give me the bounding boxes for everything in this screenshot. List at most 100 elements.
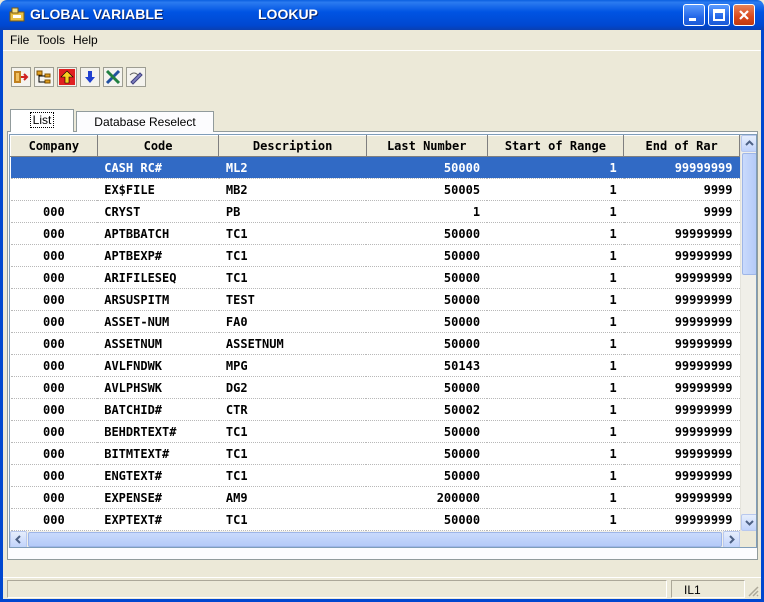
table-row[interactable]: 000 ARIFILESEQ TC1 50000 1 99999999 bbox=[10, 266, 740, 289]
menu-file[interactable]: File bbox=[10, 33, 29, 47]
minimize-button[interactable] bbox=[683, 4, 705, 26]
header-company[interactable]: Company bbox=[10, 135, 98, 157]
menu-tools[interactable]: Tools bbox=[37, 33, 65, 47]
tools-button[interactable] bbox=[103, 67, 123, 87]
table-row[interactable]: 000 APTBBATCH TC1 50000 1 99999999 bbox=[10, 222, 740, 245]
cell-end-of-range: 99999999 bbox=[623, 376, 740, 399]
horizontal-scrollbar[interactable] bbox=[10, 531, 740, 547]
status-panel-main bbox=[7, 580, 667, 598]
cell-description: FA0 bbox=[218, 310, 367, 333]
table-row[interactable]: 000 EXPTEXT# TC1 50000 1 99999999 bbox=[10, 508, 740, 531]
close-icon bbox=[739, 10, 749, 20]
cell-company: 000 bbox=[10, 310, 98, 333]
table-row[interactable]: 000 APTBEXP# TC1 50000 1 99999999 bbox=[10, 244, 740, 267]
table-row[interactable]: 000 BEHDRTEXT# TC1 50000 1 99999999 bbox=[10, 420, 740, 443]
table-row[interactable]: 000 ASSET-NUM FA0 50000 1 99999999 bbox=[10, 310, 740, 333]
table-row[interactable]: 000 CRYST PB 1 1 9999 bbox=[10, 200, 740, 223]
cell-description: PB bbox=[218, 200, 367, 223]
table-row[interactable]: 000 BATCHID# CTR 50002 1 99999999 bbox=[10, 398, 740, 421]
cell-description: TEST bbox=[218, 288, 367, 311]
cell-start-of-range: 1 bbox=[487, 508, 624, 531]
chevron-down-icon bbox=[745, 520, 754, 526]
vertical-scroll-thumb[interactable] bbox=[742, 153, 756, 275]
status-bar: IL1 bbox=[3, 577, 761, 599]
cell-company: 000 bbox=[10, 420, 98, 443]
vertical-scrollbar[interactable] bbox=[740, 135, 756, 531]
cell-start-of-range: 1 bbox=[487, 332, 624, 355]
table-row[interactable]: 000 EXPENSE# AM9 200000 1 99999999 bbox=[10, 486, 740, 509]
tab-list[interactable]: List bbox=[10, 109, 74, 132]
lookup-grid[interactable]: Company Code Description Last Number Start o… bbox=[9, 134, 757, 548]
cell-company: 000 bbox=[10, 354, 98, 377]
edit-button[interactable] bbox=[126, 67, 146, 87]
cell-end-of-range: 99999999 bbox=[623, 288, 740, 311]
scroll-left-button[interactable] bbox=[10, 531, 27, 547]
tab-database-reselect[interactable]: Database Reselect bbox=[76, 111, 214, 132]
cell-description: CTR bbox=[218, 398, 367, 421]
move-up-button[interactable] bbox=[57, 67, 77, 87]
chevron-up-icon bbox=[745, 140, 754, 146]
table-row[interactable]: 000 ENGTEXT# TC1 50000 1 99999999 bbox=[10, 464, 740, 487]
table-row[interactable]: 000 ASSETNUM ASSETNUM 50000 1 99999999 bbox=[10, 332, 740, 355]
cell-company: 000 bbox=[10, 288, 98, 311]
cell-start-of-range: 1 bbox=[487, 156, 624, 179]
scroll-up-button[interactable] bbox=[741, 135, 756, 152]
exit-icon bbox=[14, 71, 29, 83]
header-description[interactable]: Description bbox=[218, 135, 367, 157]
cell-description: AM9 bbox=[218, 486, 367, 509]
cell-company: 000 bbox=[10, 464, 98, 487]
tree-icon bbox=[36, 70, 51, 84]
table-row[interactable]: 000 AVLPHSWK DG2 50000 1 99999999 bbox=[10, 376, 740, 399]
cell-end-of-range: 99999999 bbox=[623, 398, 740, 421]
cell-description: TC1 bbox=[218, 442, 367, 465]
menu-help[interactable]: Help bbox=[73, 33, 98, 47]
cell-start-of-range: 1 bbox=[487, 486, 624, 509]
tab-database-reselect-label: Database Reselect bbox=[94, 115, 196, 129]
tree-button[interactable] bbox=[34, 67, 54, 87]
cell-last-number: 200000 bbox=[366, 486, 488, 509]
cell-code: ENGTEXT# bbox=[97, 464, 219, 487]
scroll-down-button[interactable] bbox=[741, 514, 756, 531]
scroll-right-button[interactable] bbox=[723, 531, 740, 547]
cell-code: EXPTEXT# bbox=[97, 508, 219, 531]
cell-end-of-range: 99999999 bbox=[623, 222, 740, 245]
header-end-of-range[interactable]: End of Rar bbox=[623, 135, 740, 157]
table-row[interactable]: CASH RC# ML2 50000 1 99999999 bbox=[10, 156, 740, 179]
move-down-button[interactable] bbox=[80, 67, 100, 87]
cell-code: BATCHID# bbox=[97, 398, 219, 421]
app-icon[interactable] bbox=[9, 7, 25, 22]
resize-grip-icon[interactable] bbox=[747, 585, 759, 597]
cell-description: MPG bbox=[218, 354, 367, 377]
table-row[interactable]: 000 AVLFNDWK MPG 50143 1 99999999 bbox=[10, 354, 740, 377]
table-row[interactable]: 000 ARSUSPITM TEST 50000 1 99999999 bbox=[10, 288, 740, 311]
cell-company: 000 bbox=[10, 508, 98, 531]
maximize-button[interactable] bbox=[708, 4, 730, 26]
lookup-table: Company Code Description Last Number Start o… bbox=[10, 135, 740, 531]
title-bar: GLOBAL VARIABLE LOOKUP bbox=[0, 0, 764, 30]
cell-code: BEHDRTEXT# bbox=[97, 420, 219, 443]
up-arrow-icon bbox=[59, 69, 75, 85]
cell-code: EXPENSE# bbox=[97, 486, 219, 509]
exit-button[interactable] bbox=[11, 67, 31, 87]
header-code[interactable]: Code bbox=[96, 135, 220, 157]
cell-start-of-range: 1 bbox=[487, 222, 624, 245]
cell-last-number: 50000 bbox=[366, 266, 488, 289]
cell-last-number: 50143 bbox=[366, 354, 488, 377]
cell-start-of-range: 1 bbox=[487, 398, 624, 421]
cell-description: ML2 bbox=[218, 156, 367, 179]
down-arrow-icon bbox=[85, 71, 95, 83]
table-row[interactable]: EX$FILE MB2 50005 1 9999 bbox=[10, 178, 740, 201]
table-row[interactable]: 000 BITMTEXT# TC1 50000 1 99999999 bbox=[10, 442, 740, 465]
cell-company: 000 bbox=[10, 200, 98, 223]
close-button[interactable] bbox=[733, 4, 755, 26]
cell-start-of-range: 1 bbox=[487, 310, 624, 333]
header-start-of-range[interactable]: Start of Range bbox=[486, 135, 625, 157]
cell-company: 000 bbox=[10, 442, 98, 465]
window-title-suffix: LOOKUP bbox=[258, 6, 318, 22]
horizontal-scroll-thumb[interactable] bbox=[28, 532, 722, 547]
header-last-number[interactable]: Last Number bbox=[365, 135, 488, 157]
grid-viewport: Company Code Description Last Number Start o… bbox=[10, 135, 740, 531]
cell-end-of-range: 9999 bbox=[623, 200, 740, 223]
cell-last-number: 50000 bbox=[366, 310, 488, 333]
tab-list-label: List bbox=[29, 112, 55, 128]
